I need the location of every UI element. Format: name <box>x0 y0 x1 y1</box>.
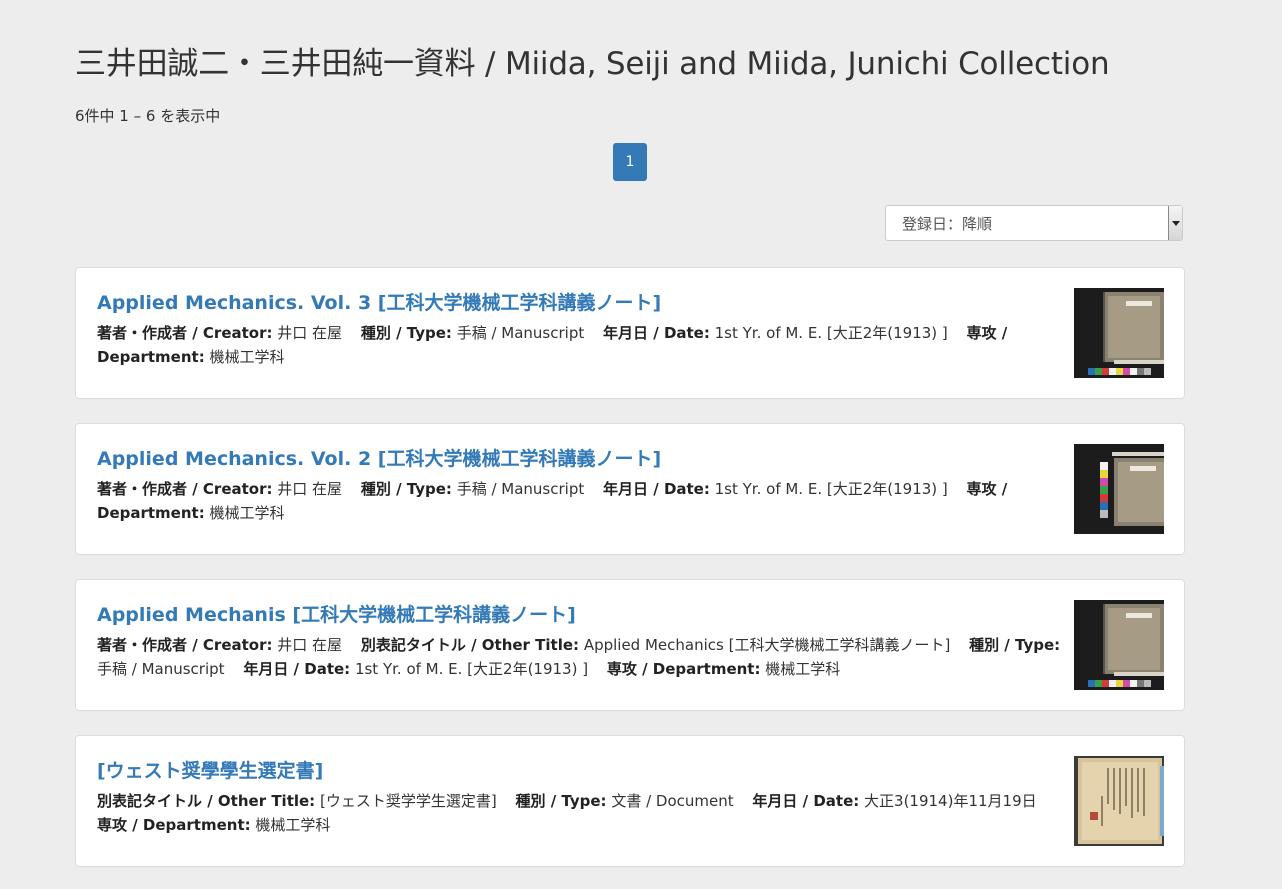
sort-selected-label: 登録日：降順 <box>902 214 993 233</box>
date-field: 年月日 / Date: 1st Yr. of M. E. [大正2年(1913)… <box>243 660 589 678</box>
page-title: 三井田誠二・三井田純一資料 / Miida, Seiji and Miida, … <box>75 46 1110 82</box>
type-field: 種別 / Type: 手稿 / Manuscript <box>360 480 585 498</box>
type-field: 種別 / Type: 手稿 / Manuscript <box>360 324 585 342</box>
other-title-field: 別表記タイトル / Other Title: Applied Mechanics… <box>360 636 951 654</box>
result-card: Applied Mechanics. Vol. 2 [工科大学機械工学科講義ノー… <box>75 423 1185 555</box>
result-card: Applied Mechanis [工科大学機械工学科講義ノート] 著者・作成者… <box>75 579 1185 711</box>
notebook-cover-thumbnail-icon[interactable] <box>1074 288 1164 378</box>
creator-field: 著者・作成者 / Creator: 井口 在屋 <box>97 324 343 342</box>
result-count: 6件中 1 – 6 を表示中 <box>75 107 221 125</box>
pagination-page-1[interactable]: 1 <box>613 143 647 181</box>
creator-field: 著者・作成者 / Creator: 井口 在屋 <box>97 480 343 498</box>
result-title-link[interactable]: Applied Mechanics. Vol. 2 [工科大学機械工学科講義ノー… <box>97 444 661 471</box>
type-field: 種別 / Type: 文書 / Document <box>515 792 734 810</box>
result-metadata: 著者・作成者 / Creator: 井口 在屋 種別 / Type: 手稿 / … <box>97 321 1063 369</box>
date-field: 年月日 / Date: 1st Yr. of M. E. [大正2年(1913)… <box>603 480 948 498</box>
page: 三井田誠二・三井田純一資料 / Miida, Seiji and Miida, … <box>0 0 1282 889</box>
creator-field: 著者・作成者 / Creator: 井口 在屋 <box>97 636 343 654</box>
result-title-link[interactable]: [ウェスト奨學學生選定書] <box>97 756 323 783</box>
date-field: 年月日 / Date: 1st Yr. of M. E. [大正2年(1913)… <box>603 324 948 342</box>
sort-select[interactable]: 登録日：降順 <box>885 205 1183 241</box>
result-metadata: 別表記タイトル / Other Title: [ウェスト奨学学生選定書] 種別 … <box>97 789 1063 837</box>
chevron-down-icon[interactable] <box>1168 206 1182 240</box>
result-card: Applied Mechanics. Vol. 3 [工科大学機械工学科講義ノー… <box>75 267 1185 399</box>
notebook-cover-thumbnail-icon[interactable] <box>1074 600 1164 690</box>
result-title-link[interactable]: Applied Mechanics. Vol. 3 [工科大学機械工学科講義ノー… <box>97 288 661 315</box>
department-field: 専攻 / Department: 機械工学科 <box>97 816 331 834</box>
department-field: 専攻 / Department: 機械工学科 <box>606 660 841 678</box>
notebook-cover-thumbnail-icon[interactable] <box>1074 444 1164 534</box>
result-card: [ウェスト奨學學生選定書] 別表記タイトル / Other Title: [ウェ… <box>75 735 1185 867</box>
result-title-link[interactable]: Applied Mechanis [工科大学機械工学科講義ノート] <box>97 600 576 627</box>
result-metadata: 著者・作成者 / Creator: 井口 在屋 種別 / Type: 手稿 / … <box>97 477 1063 525</box>
result-metadata: 著者・作成者 / Creator: 井口 在屋 別表記タイトル / Other … <box>97 633 1063 681</box>
date-field: 年月日 / Date: 大正3(1914)年11月19日 <box>752 792 1037 810</box>
document-scan-thumbnail-icon[interactable] <box>1074 756 1164 846</box>
other-title-field: 別表記タイトル / Other Title: [ウェスト奨学学生選定書] <box>97 792 497 810</box>
